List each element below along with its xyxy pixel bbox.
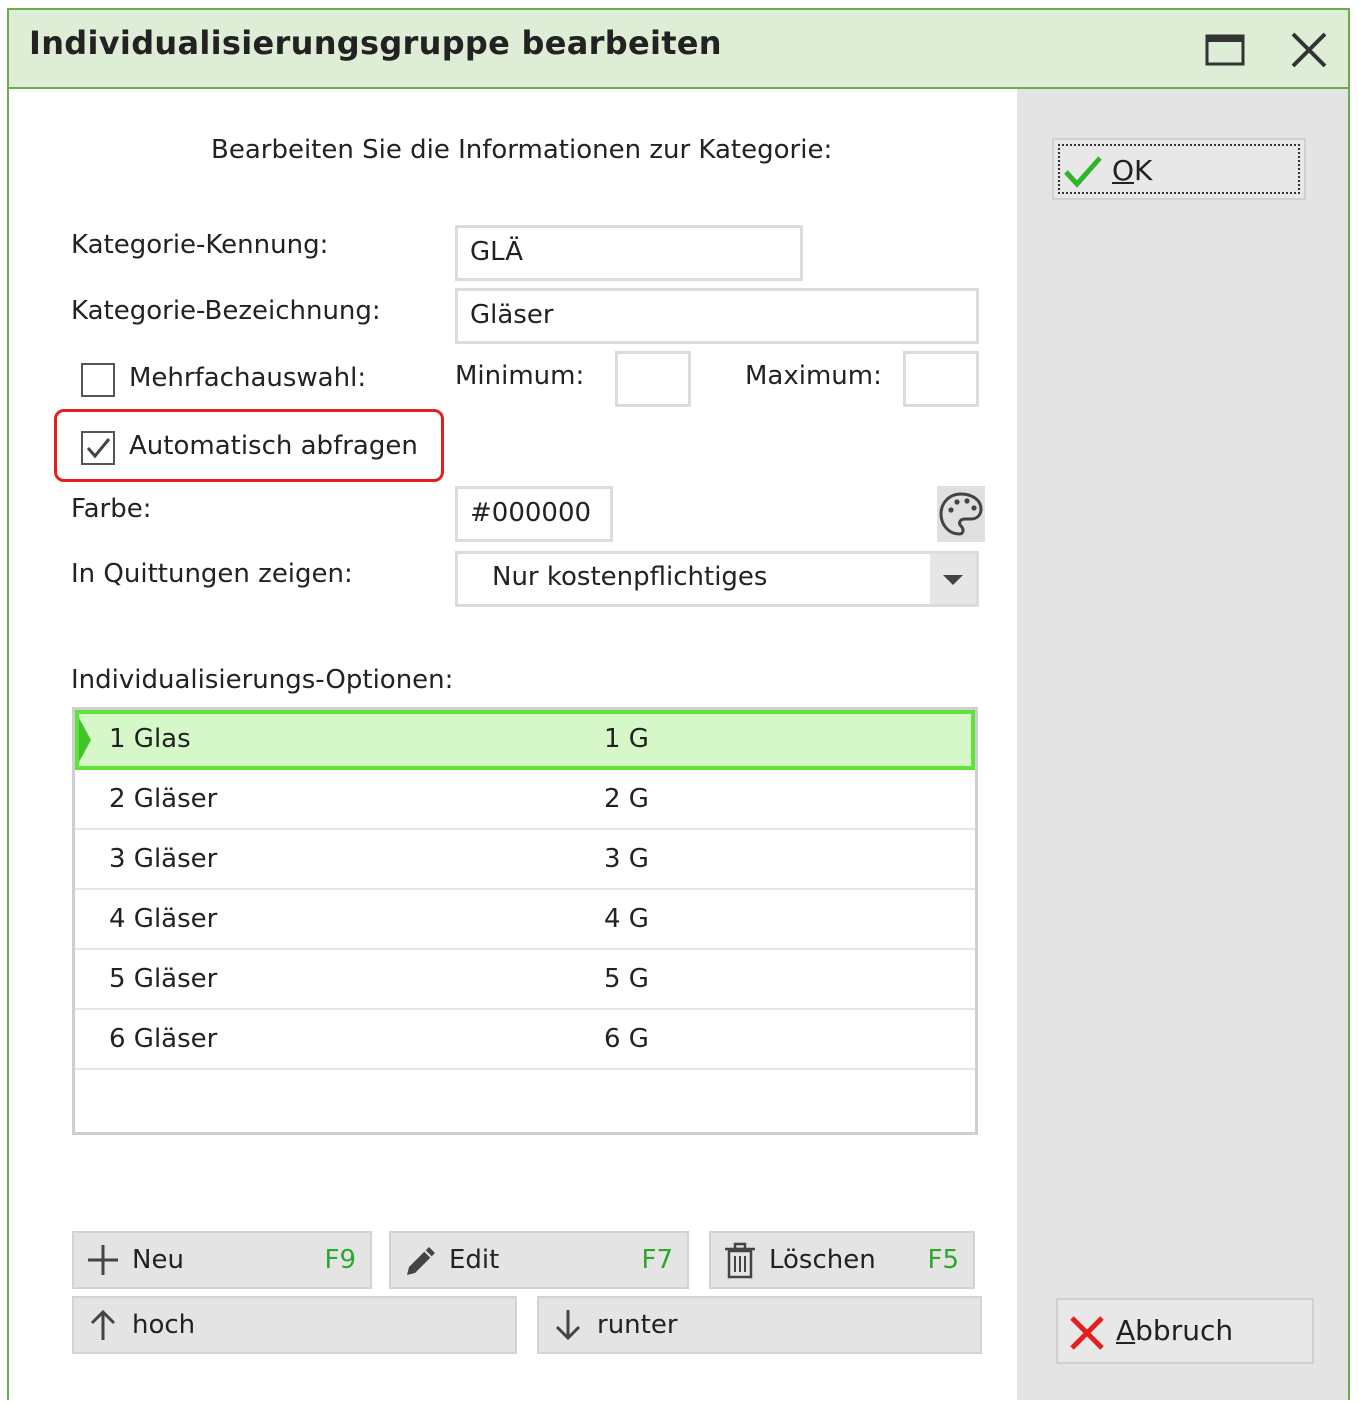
option-code: 5 G — [604, 964, 649, 994]
list-item[interactable]: 1 Glas 1 G — [75, 710, 975, 770]
bezeichnung-label: Kategorie-Bezeichnung: — [71, 296, 381, 326]
edit-shortcut: F7 — [641, 1245, 674, 1275]
intro-text: Bearbeiten Sie die Informationen zur Kat… — [211, 135, 833, 165]
maximum-input[interactable] — [903, 351, 979, 407]
cancel-mnemonic: A — [1116, 1314, 1136, 1347]
option-code: 2 G — [604, 784, 649, 814]
close-red-icon — [1070, 1316, 1104, 1350]
cancel-label: Abbruch — [1116, 1314, 1233, 1347]
ok-label: OK — [1112, 154, 1152, 187]
kennung-label: Kategorie-Kennung: — [71, 230, 329, 260]
ok-mnemonic: O — [1112, 154, 1135, 187]
pencil-icon — [407, 1247, 435, 1275]
new-button-label: Neu — [132, 1245, 184, 1275]
side-panel — [1017, 89, 1348, 1400]
ok-label-rest: K — [1134, 154, 1153, 187]
list-item[interactable]: 5 Gläser 5 G — [75, 950, 975, 1010]
option-code: 1 G — [604, 724, 649, 754]
checkmark-icon — [86, 438, 111, 459]
automatisch-abfragen-label: Automatisch abfragen — [129, 431, 418, 461]
new-shortcut: F9 — [324, 1245, 357, 1275]
farbe-input[interactable]: #000000 — [455, 486, 613, 542]
option-name: 5 Gläser — [109, 964, 218, 994]
kennung-input[interactable]: GLÄ — [455, 225, 803, 281]
automatisch-abfragen-checkbox[interactable] — [81, 431, 115, 465]
dialog-window: Individualisierungsgruppe bearbeiten Bea… — [7, 8, 1350, 1400]
move-up-label: hoch — [132, 1310, 196, 1340]
options-label: Individualisierungs-Optionen: — [71, 665, 454, 695]
delete-button-label: Löschen — [769, 1245, 876, 1275]
palette-icon — [939, 492, 983, 536]
farbe-label: Farbe: — [71, 494, 152, 524]
minimum-input[interactable] — [615, 351, 691, 407]
option-code: 4 G — [604, 904, 649, 934]
selection-marker-icon — [79, 718, 91, 762]
delete-button[interactable]: Löschen F5 — [709, 1231, 975, 1289]
quittungen-label: In Quittungen zeigen: — [71, 559, 353, 589]
bezeichnung-input[interactable]: Gläser — [455, 288, 979, 344]
cancel-label-rest: bbruch — [1135, 1314, 1234, 1347]
option-code: 6 G — [604, 1024, 649, 1054]
mehrfachauswahl-label: Mehrfachauswahl: — [129, 363, 367, 393]
ok-button[interactable]: OK — [1052, 138, 1306, 200]
move-down-label: runter — [597, 1310, 678, 1340]
quittungen-value: Nur kostenpflichtiges — [492, 562, 768, 592]
form-area: Bearbeiten Sie die Informationen zur Kat… — [9, 89, 1017, 1400]
trash-icon — [725, 1242, 755, 1279]
cancel-button[interactable]: Abbruch — [1056, 1298, 1314, 1364]
maximize-icon — [1205, 34, 1245, 66]
dropdown-arrow-button[interactable] — [930, 554, 976, 604]
plus-icon — [88, 1245, 118, 1275]
minimum-label: Minimum: — [455, 361, 585, 391]
edit-button-label: Edit — [449, 1245, 500, 1275]
checkmark-icon — [1064, 156, 1102, 188]
delete-shortcut: F5 — [927, 1245, 960, 1275]
list-item[interactable]: 4 Gläser 4 G — [75, 890, 975, 950]
list-item[interactable]: 3 Gläser 3 G — [75, 830, 975, 890]
edit-button[interactable]: Edit F7 — [389, 1231, 689, 1289]
maximize-button[interactable] — [1203, 28, 1247, 72]
move-down-button[interactable]: runter — [537, 1296, 982, 1354]
mehrfachauswahl-checkbox[interactable] — [81, 363, 115, 397]
color-picker-button[interactable] — [937, 486, 985, 542]
window-title: Individualisierungsgruppe bearbeiten — [29, 24, 722, 62]
maximum-label: Maximum: — [745, 361, 882, 391]
option-code: 3 G — [604, 844, 649, 874]
close-button[interactable] — [1287, 28, 1331, 72]
title-bar: Individualisierungsgruppe bearbeiten — [9, 10, 1348, 89]
move-up-button[interactable]: hoch — [72, 1296, 517, 1354]
arrow-up-icon — [90, 1309, 116, 1340]
option-name: 4 Gläser — [109, 904, 218, 934]
option-name: 6 Gläser — [109, 1024, 218, 1054]
option-name: 2 Gläser — [109, 784, 218, 814]
option-name: 3 Gläser — [109, 844, 218, 874]
list-item[interactable]: 2 Gläser 2 G — [75, 770, 975, 830]
list-item[interactable]: 6 Gläser 6 G — [75, 1010, 975, 1070]
new-button[interactable]: Neu F9 — [72, 1231, 372, 1289]
quittungen-select[interactable]: Nur kostenpflichtiges — [455, 551, 979, 607]
option-name: 1 Glas — [109, 724, 191, 754]
arrow-down-icon — [555, 1310, 581, 1341]
options-list[interactable]: 1 Glas 1 G 2 Gläser 2 G 3 Gläser 3 G 4 G… — [72, 707, 978, 1135]
close-icon — [1291, 32, 1327, 68]
chevron-down-icon — [943, 575, 963, 585]
